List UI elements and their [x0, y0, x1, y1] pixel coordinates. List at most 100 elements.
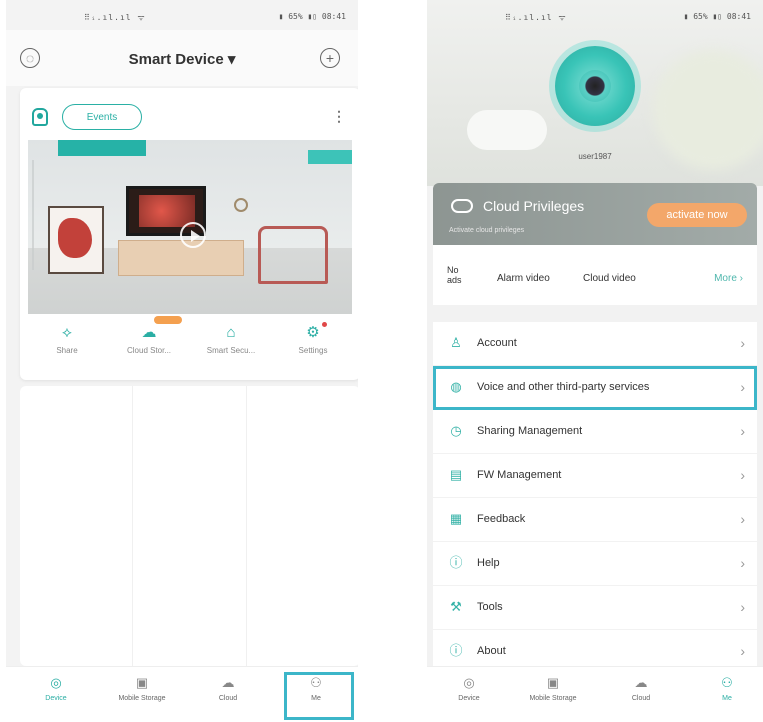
avatar[interactable] [555, 46, 635, 126]
tab-device[interactable]: ◎ Device [439, 675, 499, 702]
device-tab-icon: ◎ [50, 675, 62, 690]
privileges-row: No ads Alarm video Cloud video More › [433, 245, 757, 305]
more-options-icon[interactable]: ⋮ [332, 108, 346, 125]
notification-dot [322, 322, 327, 327]
me-tab-label: Me [722, 695, 732, 702]
share-label: Share [56, 346, 78, 355]
storage-tab-icon: ▣ [135, 675, 149, 690]
camera-icon [32, 108, 48, 126]
preview-tag-left [58, 140, 146, 156]
cloud-icon [451, 199, 473, 213]
tab-me[interactable]: ⚇ Me [697, 675, 757, 702]
new-badge [154, 316, 182, 324]
menu-item-label: Account [477, 337, 517, 349]
menu-item-label: Sharing Management [477, 425, 583, 437]
me-tab-highlight [284, 672, 354, 720]
share-icon: ⟡ [62, 324, 72, 341]
home-icon: ⌂ [226, 324, 236, 341]
device-header: ◌ Smart Device ▾ + [6, 30, 358, 86]
device-tab-icon: ◎ [463, 675, 475, 690]
preview-artwork [48, 206, 104, 274]
chevron-right-icon: › [740, 511, 745, 527]
smart-security-label: Smart Secu... [206, 346, 256, 355]
preview-sideboard [118, 240, 244, 276]
status-bar: ⠿ᵢ.ıl.ıl ᯤ ▮ 65% ▮▯ 08:41 [427, 10, 763, 26]
tab-mobile-storage[interactable]: ▣ Mobile Storage [112, 675, 172, 702]
no-ads-label: No ads [447, 265, 462, 285]
storage-tab-label: Mobile Storage [529, 695, 577, 702]
device-list-empty [20, 386, 358, 666]
storage-tab-icon: ▣ [546, 675, 560, 690]
device-tab-label: Device [45, 695, 67, 702]
menu-item-label: About [477, 645, 506, 657]
storage-tab-label: Mobile Storage [118, 695, 166, 702]
more-link[interactable]: More › [714, 273, 743, 284]
info-icon: ⓘ [449, 643, 463, 658]
chevron-right-icon: › [740, 335, 745, 351]
bottom-tabbar: ◎ Device ▣ Mobile Storage ☁ Cloud ⚇ Me [427, 666, 763, 722]
device-tools: ⟡ Share ☁ Cloud Stor... ⌂ Smart Secu... … [20, 316, 358, 374]
chevron-right-icon: › [740, 555, 745, 571]
preview-tag-right [308, 150, 352, 164]
page-title[interactable]: Smart Device ▾ [6, 50, 358, 68]
cloud-icon: ☁ [141, 324, 157, 341]
cloud-tab-icon: ☁ [634, 675, 648, 690]
cloud-privileges-banner[interactable]: Cloud Privileges Activate cloud privileg… [433, 183, 757, 245]
header-decoration [467, 110, 547, 150]
share-tool[interactable]: ⟡ Share [30, 324, 104, 355]
settings-tool[interactable]: ⚙ Settings [276, 322, 350, 355]
cloud-video-label: Cloud video [583, 273, 636, 284]
battery-time-indicator: ▮ 65% ▮▯ 08:41 [278, 12, 346, 21]
menu-item-help[interactable]: ⓘ Help › [433, 542, 757, 586]
menu-item-label: Help [477, 557, 500, 569]
device-tab-label: Device [458, 695, 480, 702]
device-card: Events ⋮ ⟡ Share ☁ Cloud Stor... ⌂ Smart… [20, 88, 358, 380]
play-icon[interactable] [180, 222, 206, 248]
cloud-storage-label: Cloud Stor... [126, 346, 172, 355]
activate-now-button[interactable]: activate now [647, 203, 747, 227]
gear-icon: ⚙ [306, 324, 320, 341]
menu-item-sharing-management[interactable]: ◷ Sharing Management › [433, 410, 757, 454]
sharing-icon: ◷ [450, 423, 462, 438]
cloud-storage-tool[interactable]: ☁ Cloud Stor... [112, 316, 186, 355]
chevron-right-icon: › [740, 643, 745, 659]
username: user1987 [578, 152, 612, 161]
preview-chair [258, 226, 328, 284]
menu-item-feedback[interactable]: ▦ Feedback › [433, 498, 757, 542]
events-button[interactable]: Events [62, 104, 142, 130]
feedback-icon: ▦ [449, 511, 463, 526]
device-screen: ⠿ᵢ.ıl.ıl ᯤ ▮ 65% ▮▯ 08:41 ◌ Smart Device… [6, 0, 358, 722]
voice-services-highlight [433, 366, 757, 410]
menu-item-account[interactable]: ♙ Account › [433, 322, 757, 366]
menu-item-label: Feedback [477, 513, 526, 525]
tab-cloud[interactable]: ☁ Cloud [198, 675, 258, 702]
profile-header: ⠿ᵢ.ıl.ıl ᯤ ▮ 65% ▮▯ 08:41 user1987 [427, 0, 763, 186]
firmware-icon: ▤ [449, 467, 463, 482]
me-tab-icon: ⚇ [721, 675, 733, 690]
add-circle-icon[interactable]: + [320, 48, 340, 68]
cloud-privileges-title: Cloud Privileges [483, 198, 585, 214]
cloud-tab-icon: ☁ [221, 675, 235, 690]
menu-item-label: Tools [477, 601, 503, 613]
chevron-right-icon: › [740, 423, 745, 439]
tab-cloud[interactable]: ☁ Cloud [611, 675, 671, 702]
status-bar: ⠿ᵢ.ıl.ıl ᯤ ▮ 65% ▮▯ 08:41 [6, 10, 358, 26]
account-icon: ♙ [450, 335, 462, 350]
tab-device[interactable]: ◎ Device [26, 675, 86, 702]
cloud-tab-label: Cloud [631, 695, 651, 702]
me-screen: ⠿ᵢ.ıl.ıl ᯤ ▮ 65% ▮▯ 08:41 user1987 Cloud… [427, 0, 763, 722]
settings-label: Settings [298, 346, 328, 355]
menu-item-fw-management[interactable]: ▤ FW Management › [433, 454, 757, 498]
signal-indicator: ⠿ᵢ.ıl.ıl ᯤ [505, 13, 567, 22]
smart-security-tool[interactable]: ⌂ Smart Secu... [194, 324, 268, 355]
preview-lamp [234, 198, 248, 212]
battery-time-indicator: ▮ 65% ▮▯ 08:41 [683, 12, 751, 21]
camera-preview[interactable] [28, 140, 352, 314]
chevron-right-icon: › [740, 467, 745, 483]
cloud-privileges-subtitle: Activate cloud privileges [449, 227, 525, 234]
tab-mobile-storage[interactable]: ▣ Mobile Storage [523, 675, 583, 702]
cloud-tab-label: Cloud [218, 695, 238, 702]
signal-indicator: ⠿ᵢ.ıl.ıl ᯤ [84, 13, 146, 22]
menu-item-tools[interactable]: ⚒ Tools › [433, 586, 757, 630]
help-icon: ⓘ [449, 555, 463, 570]
